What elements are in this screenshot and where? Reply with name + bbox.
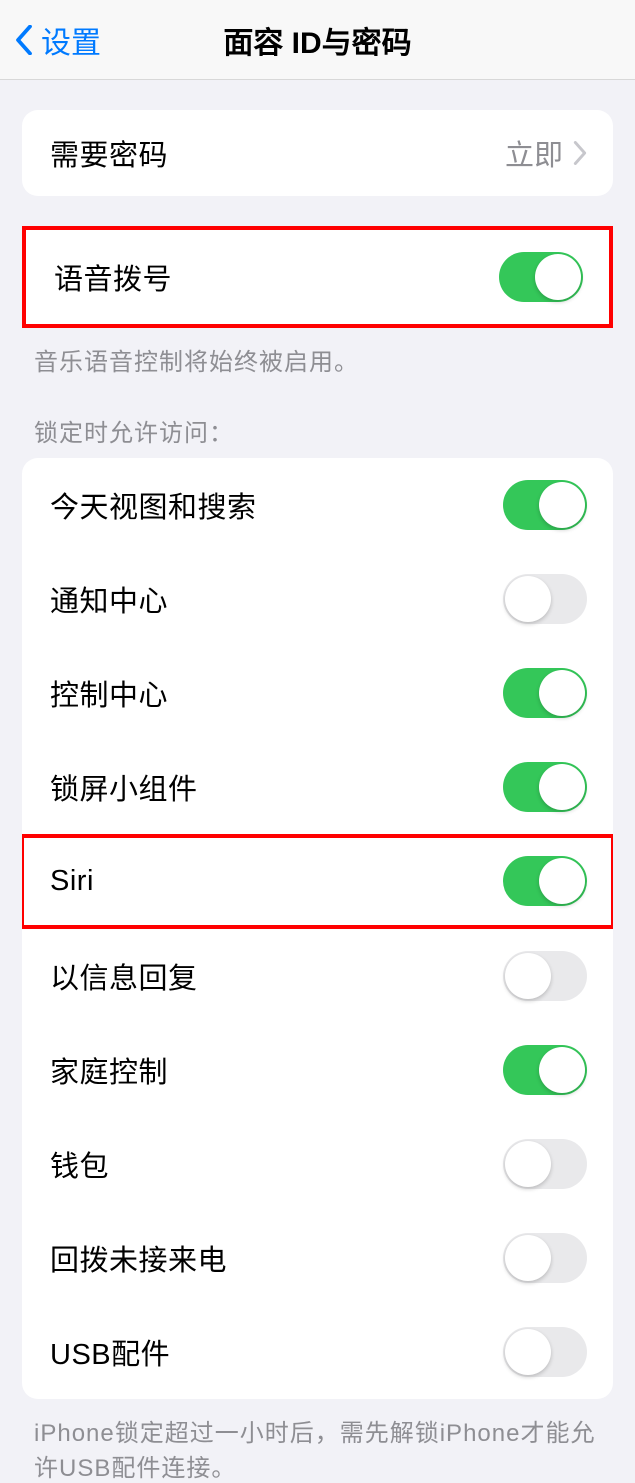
toggle-knob bbox=[539, 858, 585, 904]
voice-dial-highlight: 语音拨号 bbox=[22, 226, 613, 328]
page-title: 面容 ID与密码 bbox=[223, 18, 411, 62]
toggle-knob bbox=[539, 1047, 585, 1093]
require-passcode-section: 需要密码 立即 bbox=[22, 110, 613, 196]
toggle-knob bbox=[539, 764, 585, 810]
require-passcode-value-wrap: 立即 bbox=[505, 132, 587, 174]
allow-access-row: 控制中心 bbox=[22, 646, 613, 740]
allow-access-label: 回拨未接来电 bbox=[50, 1237, 227, 1279]
toggle-knob bbox=[505, 576, 551, 622]
allow-access-row: USB配件 bbox=[22, 1305, 613, 1399]
usb-footer: iPhone锁定超过一小时后，需先解锁iPhone才能允许USB配件连接。 bbox=[34, 1413, 601, 1483]
allow-access-toggle[interactable] bbox=[503, 1233, 587, 1283]
nav-bar: 设置 面容 ID与密码 bbox=[0, 0, 635, 80]
allow-access-toggle[interactable] bbox=[503, 668, 587, 718]
allow-access-row: 通知中心 bbox=[22, 552, 613, 646]
require-passcode-row[interactable]: 需要密码 立即 bbox=[22, 110, 613, 196]
allow-access-row: 以信息回复 bbox=[22, 929, 613, 1023]
allow-access-label: 钱包 bbox=[50, 1143, 109, 1185]
allow-access-row: 回拨未接来电 bbox=[22, 1211, 613, 1305]
toggle-knob bbox=[505, 1141, 551, 1187]
back-button[interactable]: 设置 bbox=[0, 18, 101, 62]
allow-access-label: 通知中心 bbox=[50, 578, 168, 620]
allow-access-toggle[interactable] bbox=[503, 1327, 587, 1377]
chevron-right-icon bbox=[573, 141, 587, 165]
toggle-knob bbox=[505, 1235, 551, 1281]
allow-access-row: Siri bbox=[22, 834, 613, 929]
require-passcode-value: 立即 bbox=[505, 132, 563, 174]
allow-access-label: 家庭控制 bbox=[50, 1049, 168, 1091]
allow-access-row: 今天视图和搜索 bbox=[22, 458, 613, 552]
allow-access-label: USB配件 bbox=[50, 1331, 170, 1373]
allow-access-toggle[interactable] bbox=[503, 762, 587, 812]
require-passcode-label: 需要密码 bbox=[50, 132, 168, 174]
allow-access-row: 锁屏小组件 bbox=[22, 740, 613, 834]
voice-dial-footer: 音乐语音控制将始终被启用。 bbox=[34, 342, 601, 377]
toggle-knob bbox=[539, 482, 585, 528]
voice-dial-label: 语音拨号 bbox=[54, 256, 172, 298]
back-label: 设置 bbox=[41, 18, 101, 62]
allow-access-toggle[interactable] bbox=[503, 1045, 587, 1095]
allow-access-section: 今天视图和搜索通知中心控制中心锁屏小组件 Siri 以信息回复家庭控制钱包回拨未接来… bbox=[22, 458, 613, 1399]
allow-access-label: 以信息回复 bbox=[50, 955, 198, 997]
toggle-knob bbox=[505, 953, 551, 999]
toggle-knob bbox=[505, 1329, 551, 1375]
allow-access-toggle[interactable] bbox=[503, 951, 587, 1001]
allow-access-label: Siri bbox=[50, 865, 94, 898]
allow-access-label: 锁屏小组件 bbox=[50, 766, 198, 808]
allow-access-row: 家庭控制 bbox=[22, 1023, 613, 1117]
toggle-knob bbox=[539, 670, 585, 716]
content: 需要密码 立即 语音拨号 音乐语音控制将始终被启用。 锁定时允许访问： 今天视图… bbox=[0, 110, 635, 1483]
allow-access-toggle[interactable] bbox=[503, 480, 587, 530]
allow-access-label: 控制中心 bbox=[50, 672, 168, 714]
chevron-left-icon bbox=[15, 25, 33, 55]
voice-dial-row: 语音拨号 bbox=[26, 230, 609, 324]
voice-dial-section: 语音拨号 bbox=[26, 230, 609, 324]
allow-access-toggle[interactable] bbox=[503, 856, 587, 906]
allow-access-toggle[interactable] bbox=[503, 574, 587, 624]
allow-access-header: 锁定时允许访问： bbox=[34, 413, 601, 448]
voice-dial-toggle[interactable] bbox=[499, 252, 583, 302]
allow-access-toggle[interactable] bbox=[503, 1139, 587, 1189]
allow-access-label: 今天视图和搜索 bbox=[50, 484, 257, 526]
toggle-knob bbox=[535, 254, 581, 300]
allow-access-row: 钱包 bbox=[22, 1117, 613, 1211]
